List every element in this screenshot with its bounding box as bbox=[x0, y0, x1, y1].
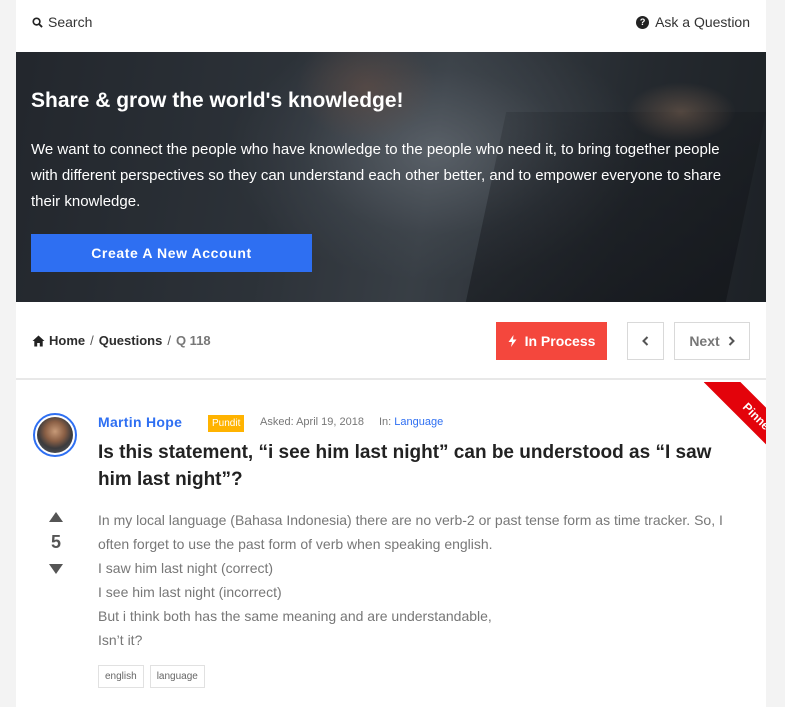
tag-list: english language bbox=[98, 665, 211, 688]
breadcrumb-home[interactable]: Home bbox=[49, 333, 85, 348]
author-name[interactable]: Martin Hope bbox=[98, 414, 182, 430]
question-body-line: I saw him last night (correct) bbox=[98, 560, 274, 576]
author-avatar[interactable] bbox=[33, 413, 77, 457]
top-bar: Search ? Ask a Question bbox=[16, 0, 766, 52]
in-process-button[interactable]: In Process bbox=[496, 322, 607, 360]
question-body-line: But i think both has the same meaning an… bbox=[98, 608, 492, 624]
next-label: Next bbox=[689, 333, 720, 349]
breadcrumb-bar: Home / Questions / Q 118 In Process Next bbox=[16, 302, 766, 380]
search-button[interactable]: Search bbox=[32, 13, 92, 31]
tag-language[interactable]: language bbox=[149, 665, 205, 688]
category-info: In: Language bbox=[379, 416, 443, 428]
next-button[interactable]: Next bbox=[674, 322, 750, 360]
create-account-button[interactable]: Create A New Account bbox=[31, 234, 312, 272]
hero-title: Share & grow the world's knowledge! bbox=[31, 89, 404, 112]
breadcrumb-questions[interactable]: Questions bbox=[99, 333, 163, 348]
breadcrumb-separator: / bbox=[167, 333, 171, 348]
search-label: Search bbox=[48, 14, 93, 30]
search-icon bbox=[32, 16, 43, 28]
status-label: In Process bbox=[524, 333, 596, 349]
category-link[interactable]: Language bbox=[394, 416, 443, 428]
question-body: In my local language (Bahasa Indonesia) … bbox=[98, 508, 748, 652]
vote-widget: 5 bbox=[46, 512, 66, 574]
question-body-line: Isn’t it? bbox=[98, 632, 143, 648]
breadcrumb: Home / Questions / Q 118 bbox=[32, 333, 211, 348]
breadcrumb-current: Q 118 bbox=[175, 333, 211, 348]
category-prefix: In: bbox=[379, 416, 392, 428]
ask-question-label: Ask a Question bbox=[655, 14, 750, 30]
bolt-icon bbox=[508, 335, 517, 347]
question-body-line: I see him last night (incorrect) bbox=[98, 584, 282, 600]
chevron-left-icon bbox=[642, 336, 649, 346]
hero-banner: Share & grow the world's knowledge! We w… bbox=[16, 52, 766, 302]
tag-english[interactable]: english bbox=[98, 665, 144, 688]
question-body-line: In my local language (Bahasa Indonesia) … bbox=[98, 512, 723, 552]
question-icon: ? bbox=[636, 15, 650, 29]
upvote-icon[interactable] bbox=[49, 512, 63, 522]
hero-text: We want to connect the people who have k… bbox=[31, 141, 722, 210]
chevron-right-icon bbox=[728, 336, 735, 346]
previous-button[interactable] bbox=[627, 322, 664, 360]
author-badge: Pundit bbox=[208, 415, 245, 432]
vote-count: 5 bbox=[50, 532, 61, 552]
question-title[interactable]: Is this statement, “i see him last night… bbox=[98, 439, 738, 493]
breadcrumb-separator: / bbox=[90, 333, 94, 348]
downvote-icon[interactable] bbox=[49, 564, 63, 574]
home-icon bbox=[32, 335, 45, 346]
ask-question-button[interactable]: ? Ask a Question bbox=[636, 13, 750, 31]
page: Search ? Ask a Question Share & grow the… bbox=[16, 0, 766, 707]
asked-date: Asked: April 19, 2018 bbox=[260, 416, 364, 428]
